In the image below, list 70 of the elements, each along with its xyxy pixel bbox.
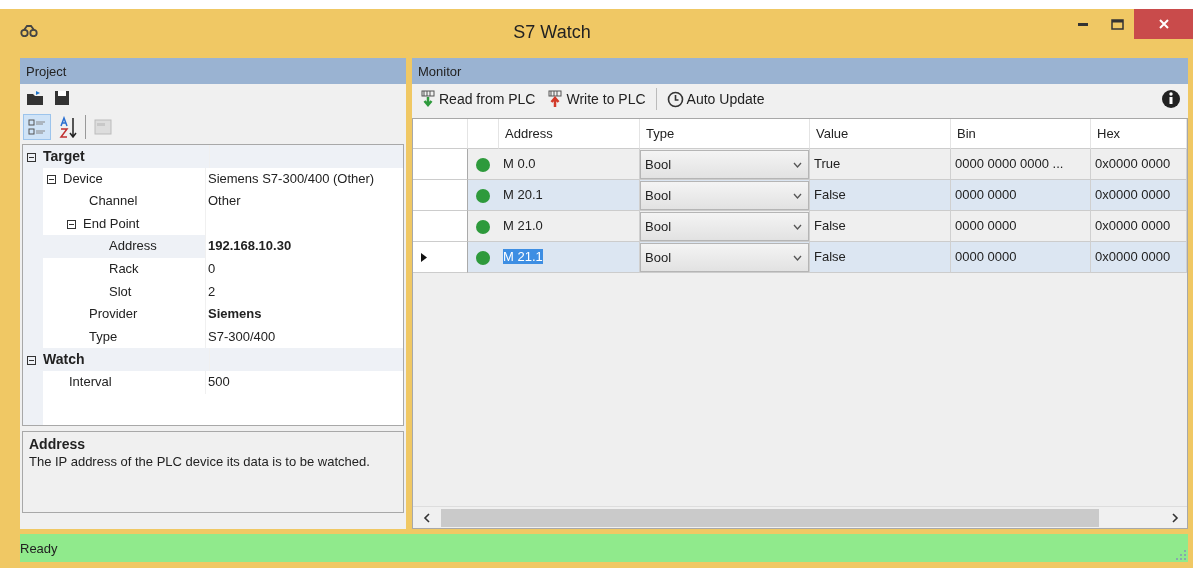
- property-name[interactable]: Provider: [89, 306, 138, 322]
- type-dropdown[interactable]: Bool: [640, 212, 809, 241]
- current-row-icon: [421, 253, 427, 263]
- property-value[interactable]: S7-300/400: [208, 328, 276, 344]
- property-name[interactable]: Rack: [109, 260, 139, 276]
- scroll-right-icon: [1171, 512, 1179, 523]
- description-text: The IP address of the PLC device its data is to be watched.: [29, 453, 371, 470]
- panel-header: Project: [20, 58, 406, 84]
- sort-az-icon: [58, 116, 78, 138]
- info-icon: [1161, 89, 1181, 109]
- toolbar-button[interactable]: Write to PLC: [543, 88, 650, 110]
- property-name[interactable]: Interval: [69, 373, 112, 389]
- resize-grip-icon: [1176, 550, 1186, 560]
- panel-header: Monitor: [412, 58, 1188, 84]
- minimize-icon: [1078, 22, 1088, 26]
- type-dropdown[interactable]: Bool: [640, 150, 809, 179]
- folder-icon: [26, 90, 44, 106]
- maximize-icon: [1110, 18, 1124, 30]
- category-label: Target: [43, 148, 85, 164]
- table-cell: 0000 0000: [951, 180, 1091, 211]
- column-header[interactable]: Address: [499, 119, 640, 149]
- property-name[interactable]: Device: [63, 170, 103, 186]
- property-value[interactable]: Siemens S7-300/400 (Other): [208, 170, 375, 186]
- property-value[interactable]: 500: [208, 373, 230, 389]
- description-title: Address: [29, 436, 87, 453]
- category-label: Watch: [43, 351, 85, 368]
- caret-icon: [793, 223, 802, 230]
- close-icon: [1158, 19, 1169, 29]
- collapse-icon[interactable]: [47, 174, 56, 184]
- binoculars-icon: [20, 25, 38, 37]
- column-header[interactable]: Type: [640, 119, 810, 149]
- table-cell: False: [810, 180, 951, 211]
- column-header[interactable]: Value: [810, 119, 951, 149]
- property-value[interactable]: 2: [208, 283, 216, 299]
- toolbar-button[interactable]: Auto Update: [662, 88, 769, 110]
- type-dropdown[interactable]: Bool: [640, 243, 809, 272]
- save-icon: [54, 90, 70, 106]
- download-icon: [420, 90, 436, 108]
- horizontal-scrollbar[interactable]: [413, 506, 1187, 528]
- property-name[interactable]: Type: [89, 328, 118, 344]
- toolbar-button[interactable]: Read from PLC: [416, 88, 540, 110]
- property-value[interactable]: Siemens: [208, 306, 262, 322]
- type-dropdown[interactable]: Bool: [640, 181, 809, 210]
- property-pages-icon: [93, 117, 113, 137]
- collapse-icon[interactable]: [27, 356, 36, 366]
- clock-icon: [666, 90, 684, 108]
- window-title: S7 Watch: [512, 21, 592, 44]
- property-value[interactable]: 192.168.10.30: [208, 238, 292, 254]
- address-cell[interactable]: M 20.1: [499, 180, 640, 211]
- property-name[interactable]: Channel: [89, 193, 138, 209]
- table-cell: 0000 0000: [951, 242, 1091, 273]
- property-name[interactable]: End Point: [83, 215, 140, 231]
- property-name[interactable]: Slot: [109, 283, 132, 299]
- caret-icon: [793, 192, 802, 199]
- scroll-left-icon: [423, 512, 431, 523]
- collapse-icon[interactable]: [67, 219, 76, 229]
- caret-icon: [793, 254, 802, 261]
- caret-icon: [793, 161, 802, 168]
- category-list-icon: [27, 116, 47, 138]
- status-text: Ready: [20, 541, 58, 556]
- property-value[interactable]: Other: [208, 193, 241, 209]
- table-cell: 0x0000 0000: [1091, 180, 1187, 211]
- property-value[interactable]: 0: [208, 260, 216, 276]
- table-cell: 0x0000 0000: [1091, 242, 1187, 273]
- table-cell: False: [810, 242, 951, 273]
- upload-icon: [547, 90, 564, 108]
- close-button[interactable]: [1134, 9, 1193, 39]
- column-header[interactable]: Bin: [951, 119, 1091, 149]
- collapse-icon[interactable]: [27, 152, 36, 162]
- column-header[interactable]: Hex: [1091, 119, 1187, 149]
